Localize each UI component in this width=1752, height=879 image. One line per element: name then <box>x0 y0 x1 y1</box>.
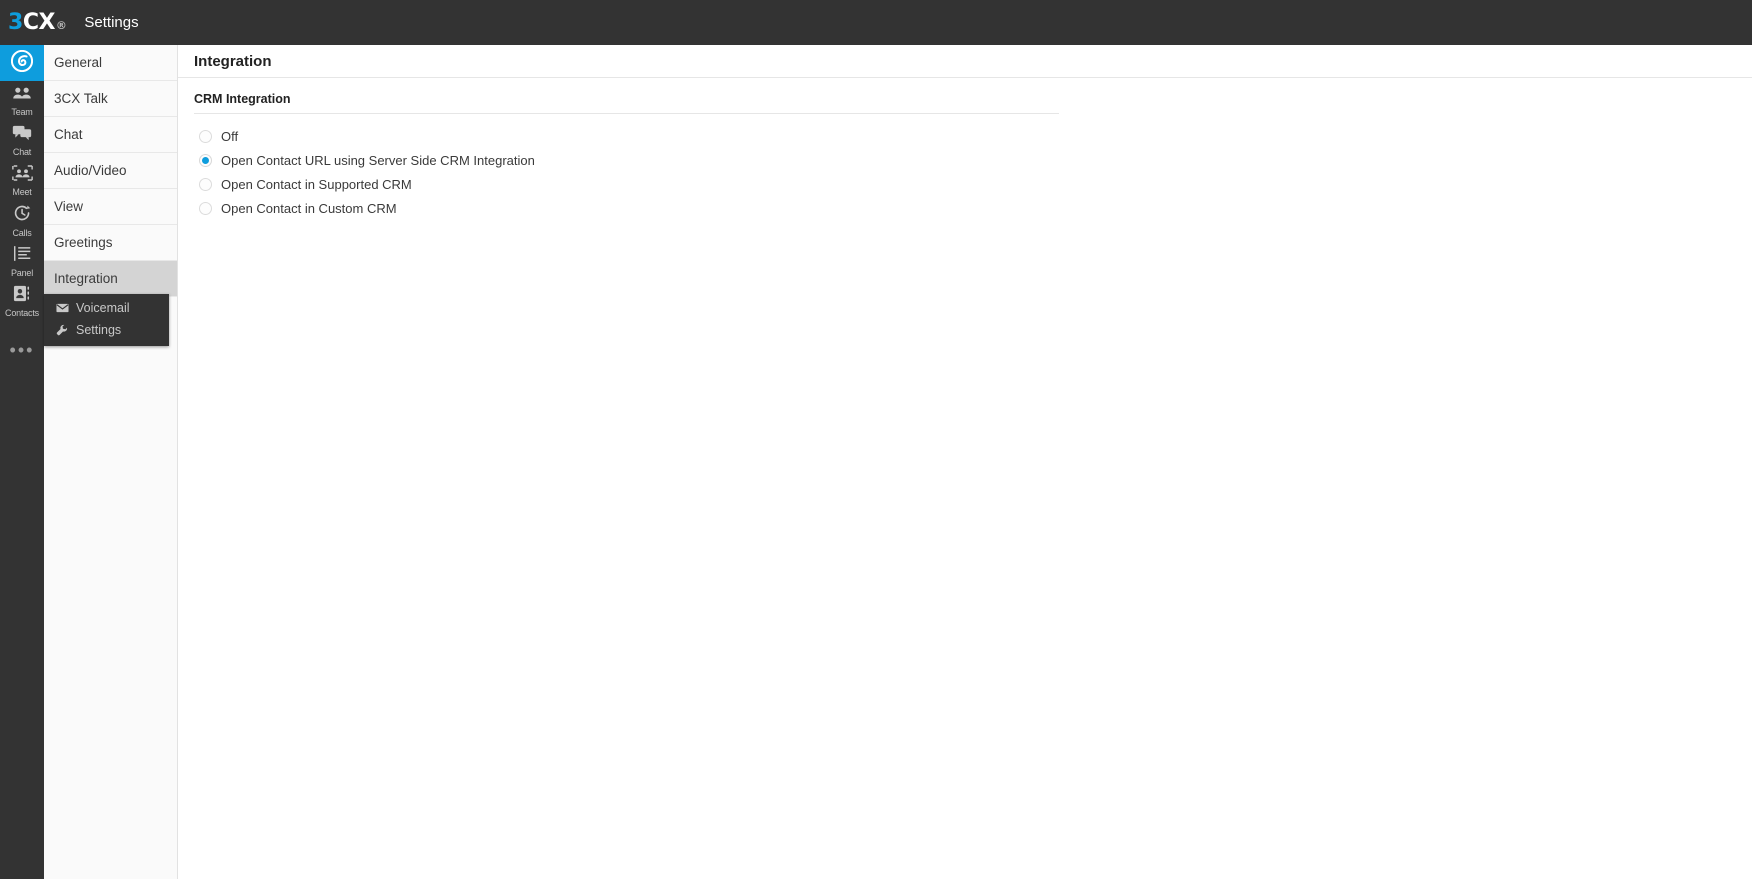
rail-item-home[interactable] <box>0 45 44 81</box>
window-title: Settings <box>84 14 139 31</box>
nav-item-audio-video[interactable]: Audio/Video <box>44 153 177 189</box>
crm-integration-section: CRM Integration Off Open Contact URL usi… <box>178 78 1752 220</box>
section-title: CRM Integration <box>194 92 291 106</box>
popup-label-settings: Settings <box>76 323 122 337</box>
nav-label-integration: Integration <box>54 271 118 286</box>
wrench-icon <box>54 324 70 336</box>
chat-bubbles-icon <box>12 125 32 146</box>
logo-cx-text: CX <box>22 10 56 35</box>
rail-label-calls: Calls <box>12 228 32 238</box>
popup-label-voicemail: Voicemail <box>76 301 130 315</box>
rail-item-calls[interactable]: Calls <box>0 201 44 241</box>
nav-item-3cx-talk[interactable]: 3CX Talk <box>44 81 177 117</box>
section-divider <box>194 113 1059 114</box>
radio-label-supported-crm: Open Contact in Supported CRM <box>221 176 412 192</box>
rail-item-contacts[interactable]: Contacts <box>0 281 44 321</box>
nav-label-chat: Chat <box>54 127 83 142</box>
radio-button-off[interactable] <box>199 129 212 143</box>
people-icon <box>12 86 32 106</box>
radio-row-server-side-crm[interactable]: Open Contact URL using Server Side CRM I… <box>194 148 1752 172</box>
nav-item-general[interactable]: General <box>44 45 177 81</box>
logo-registered-mark: ® <box>55 19 67 32</box>
radio-row-off[interactable]: Off <box>194 124 1752 148</box>
radio-label-custom-crm: Open Contact in Custom CRM <box>221 200 397 216</box>
left-icon-rail: Team Chat Meet Calls Panel Contacts ••• <box>0 45 44 879</box>
nav-label-general: General <box>54 55 103 70</box>
rail-more-button[interactable]: ••• <box>0 333 44 367</box>
radio-label-server-side-crm: Open Contact URL using Server Side CRM I… <box>221 152 535 168</box>
more-popup-menu: Voicemail Settings <box>44 294 169 346</box>
radio-row-custom-crm[interactable]: Open Contact in Custom CRM <box>194 196 1752 220</box>
rail-item-panel[interactable]: Panel <box>0 241 44 281</box>
popup-item-voicemail[interactable]: Voicemail <box>44 297 169 319</box>
nav-label-greetings: Greetings <box>54 235 113 250</box>
nav-item-integration[interactable]: Integration <box>44 261 177 297</box>
main-content: Integration CRM Integration Off Open Con… <box>178 45 1752 879</box>
rail-label-meet: Meet <box>12 187 32 197</box>
logo-3-text: 3 <box>8 10 23 35</box>
radio-button-custom-crm[interactable] <box>199 201 212 215</box>
radio-label-off: Off <box>221 128 239 144</box>
rail-item-meet[interactable]: Meet <box>0 161 44 201</box>
settings-nav-column: General 3CX Talk Chat Audio/Video View G… <box>44 45 178 879</box>
call-history-icon <box>13 204 32 227</box>
panel-list-icon <box>13 245 32 267</box>
popup-item-settings[interactable]: Settings <box>44 319 169 341</box>
nav-item-chat[interactable]: Chat <box>44 117 177 153</box>
nav-item-view[interactable]: View <box>44 189 177 225</box>
ellipsis-icon: ••• <box>9 340 35 360</box>
nav-label-view: View <box>54 199 84 214</box>
rail-item-chat[interactable]: Chat <box>0 121 44 161</box>
contact-card-icon <box>13 285 31 307</box>
rail-label-panel: Panel <box>10 267 34 278</box>
radio-button-server-side-crm[interactable] <box>199 153 212 167</box>
meeting-icon <box>11 165 33 186</box>
nav-item-greetings[interactable]: Greetings <box>44 225 177 261</box>
rail-label-contacts: Contacts <box>5 307 39 318</box>
3cx-swirl-icon <box>10 49 34 77</box>
rail-label-team: Team <box>11 106 33 117</box>
nav-label-3cx-talk: 3CX Talk <box>54 91 108 106</box>
nav-label-audio-video: Audio/Video <box>54 163 127 178</box>
top-bar: 3 CX ® Settings <box>0 0 1752 45</box>
radio-row-supported-crm[interactable]: Open Contact in Supported CRM <box>194 172 1752 196</box>
page-header: Integration <box>178 45 1752 78</box>
page-title: Integration <box>194 52 272 70</box>
rail-label-chat: Chat <box>12 147 32 157</box>
radio-button-supported-crm[interactable] <box>199 177 212 191</box>
envelope-icon <box>54 303 70 313</box>
3cx-logo: 3 CX ® <box>8 10 67 35</box>
rail-item-team[interactable]: Team <box>0 81 44 121</box>
